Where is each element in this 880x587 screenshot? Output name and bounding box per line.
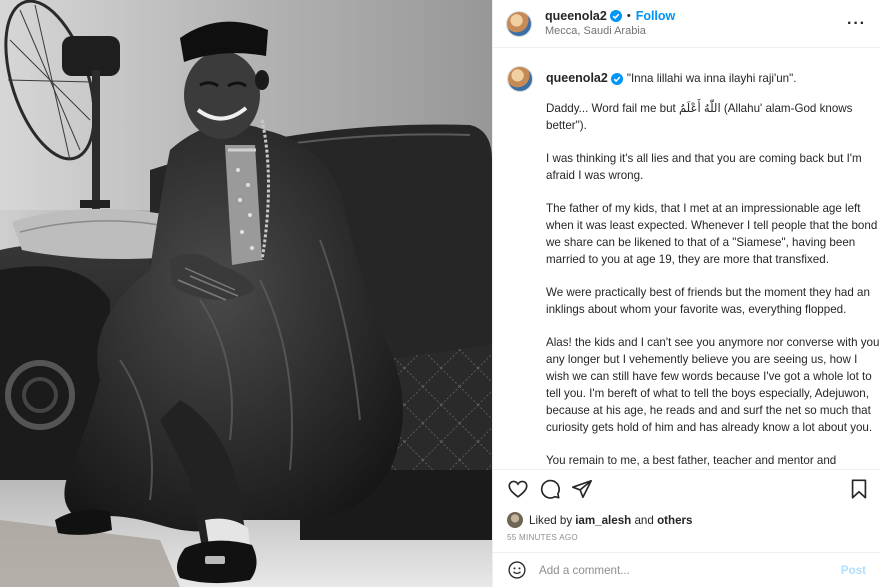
liker-avatar[interactable] (507, 512, 523, 529)
emoji-icon[interactable] (507, 560, 527, 580)
caption-paragraph: You remain to me, a best father, teacher… (546, 452, 880, 469)
caption-line: curiosity gets hold of him and has alrea… (546, 421, 873, 434)
caption-line: married to you at age 19, they are more … (546, 253, 829, 266)
caption-line: Daddy... Word fail me but اللّٰهُ أَعْلَ… (546, 102, 853, 115)
caption-line: I was thinking it's all lies and that yo… (546, 152, 862, 165)
liker-username-link[interactable]: iam_alesh (575, 514, 631, 527)
caption-line: because at his age, he reads and and sur… (546, 404, 871, 417)
caption-line: better"). (546, 119, 587, 132)
caption-first-line: queenola2 "Inna lillahi wa inna ilayhi r… (546, 70, 880, 87)
action-bar (493, 468, 880, 509)
location-link[interactable]: Mecca, Saudi Arabia (545, 24, 675, 39)
comment-composer: Post (493, 552, 880, 587)
post-photo[interactable] (0, 0, 492, 587)
profile-avatar[interactable] (506, 10, 532, 37)
likes-prefix: Liked by (529, 513, 573, 527)
username-link[interactable]: queenola2 (545, 9, 607, 24)
post-timestamp[interactable]: 55 MINUTES AGO (493, 532, 880, 548)
caption-comment: queenola2 "Inna lillahi wa inna ilayhi r… (507, 66, 880, 469)
comment-input[interactable] (539, 563, 841, 577)
caption-scroll-area[interactable]: queenola2 "Inna lillahi wa inna ilayhi r… (493, 48, 880, 469)
caption-paragraph: I was thinking it's all lies and that yo… (546, 150, 880, 184)
caption-line: You remain to me, a best father, teacher… (546, 454, 837, 467)
verified-badge-icon (609, 10, 622, 22)
caption-line: We were practically best of friends but … (546, 286, 870, 299)
verified-badge-icon (610, 72, 623, 85)
caption-paragraph: The father of my kids, that I met at an … (546, 200, 880, 268)
caption-line: afraid I was wrong. (546, 169, 644, 182)
caption-opening-text: "Inna lillahi wa inna ilayhi raji'un". (626, 72, 797, 85)
caption-line: any longer but I vehemently believe you … (546, 353, 858, 366)
post-comment-button[interactable]: Post (841, 564, 866, 577)
paper-plane-icon (572, 480, 592, 499)
comment-button[interactable] (539, 478, 561, 500)
caption-line: wish we can still have few words because… (546, 370, 872, 383)
likes-others-link[interactable]: others (657, 514, 692, 527)
caption-line: tell you. I'm bereft of what to tell the… (546, 387, 869, 400)
more-options-icon[interactable]: ··· (847, 15, 866, 31)
header-user-row: queenola2 • Follow (545, 9, 675, 24)
share-button[interactable] (571, 478, 593, 500)
post-details-panel: queenola2 • Follow Mecca, Saudi Arabia ·… (492, 0, 880, 587)
heart-icon (508, 481, 528, 499)
likes-connector: and (631, 513, 658, 527)
caption-paragraph: Daddy... Word fail me but اللّٰهُ أَعْلَ… (546, 100, 880, 134)
post-header: queenola2 • Follow Mecca, Saudi Arabia ·… (493, 0, 880, 48)
instagram-post-modal: queenola2 • Follow Mecca, Saudi Arabia ·… (0, 0, 880, 587)
caption-line: Alas! the kids and I can't see you anymo… (546, 336, 880, 349)
separator-dot: • (626, 9, 631, 22)
caption-paragraph: Alas! the kids and I can't see you anymo… (546, 334, 880, 436)
post-image-monochrome (0, 0, 492, 587)
header-text: queenola2 • Follow Mecca, Saudi Arabia (545, 9, 675, 39)
caption-avatar[interactable] (507, 66, 533, 92)
bookmark-icon (851, 479, 867, 499)
likes-summary: Liked by iam_alesh and others (493, 509, 880, 532)
caption-line: when it was least expected. Whenever I t… (546, 219, 878, 232)
like-button[interactable] (507, 478, 529, 500)
caption-paragraph: We were practically best of friends but … (546, 284, 880, 318)
comment-icon (540, 480, 560, 500)
caption-body: queenola2 "Inna lillahi wa inna ilayhi r… (546, 66, 880, 469)
save-button[interactable] (848, 478, 870, 500)
caption-line: The father of my kids, that I met at an … (546, 202, 861, 215)
caption-line: inklings about whom your favorite was, e… (546, 303, 847, 316)
follow-button[interactable]: Follow (636, 9, 676, 24)
caption-username-link[interactable]: queenola2 (546, 70, 608, 87)
caption-paragraphs: Daddy... Word fail me but اللّٰهُ أَعْلَ… (546, 100, 880, 469)
caption-line: we share can be likened to that of a "Si… (546, 236, 856, 249)
